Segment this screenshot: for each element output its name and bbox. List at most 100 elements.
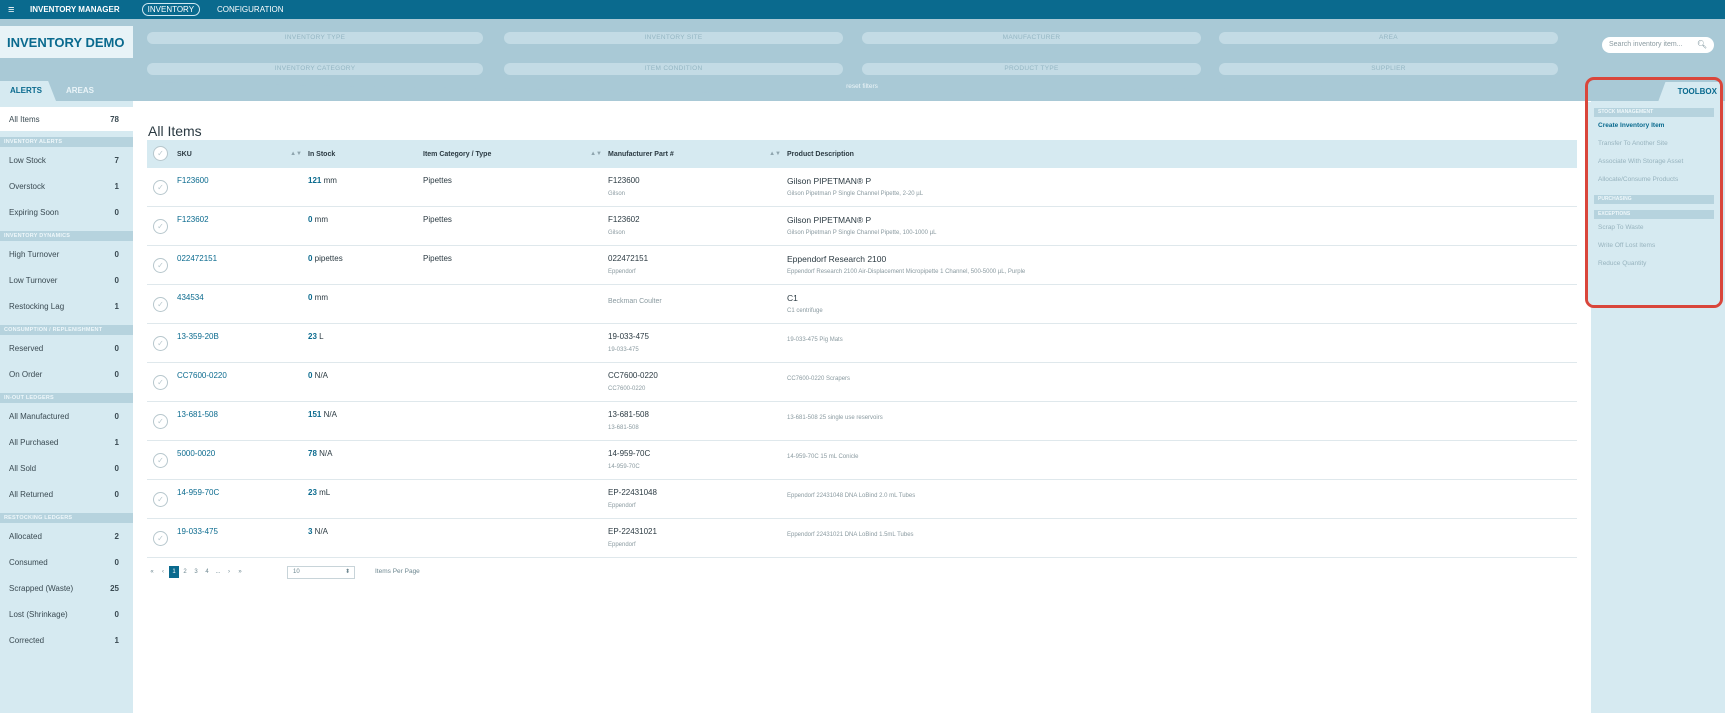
page-button[interactable]: 4 [202,566,212,578]
reset-filters-label[interactable]: reset filters [132,83,1592,90]
column-header-category[interactable]: Item Category / Type ▲▼ [423,140,608,168]
sort-icon[interactable]: ▲▼ [290,151,302,157]
sku-link[interactable]: 19-033-475 [177,527,218,536]
sidebar-item-all-items[interactable]: All Items 78 [0,107,133,131]
row-select-cell[interactable]: ✓ [147,168,177,207]
sort-icon[interactable]: ▲▼ [590,151,602,157]
table-row[interactable]: ✓ 022472151 0 pipettes Pipettes 022472151 Epp… [147,246,1577,285]
filter-supplier[interactable]: SUPPLIER [1219,63,1558,75]
sidebar-item-all-returned[interactable]: All Returned 0 [0,481,133,507]
column-header-product-description[interactable]: Product Description [787,140,1577,168]
row-select-cell[interactable]: ✓ [147,285,177,324]
table-row[interactable]: ✓ F123600 121 mm Pipettes F123600 Gilson Gilso… [147,168,1577,207]
row-checkbox-icon[interactable]: ✓ [153,414,168,429]
page-button[interactable]: › [224,566,234,578]
row-select-cell[interactable]: ✓ [147,441,177,480]
select-all-checkbox-icon[interactable]: ✓ [153,146,168,161]
tab-areas[interactable]: AREAS [56,81,104,101]
table-row[interactable]: ✓ 5000-0020 78 N/A 14-959-70C 14-959-70C 14-9… [147,441,1577,480]
sidebar-item-all-sold[interactable]: All Sold 0 [0,455,133,481]
row-select-cell[interactable]: ✓ [147,363,177,402]
items-per-page-select[interactable]: 10 ⬍ [287,566,355,579]
table-row[interactable]: ✓ CC7600-0220 0 N/A CC7600-0220 CC7600-0220 C… [147,363,1577,402]
sidebar-item-restocking-lag[interactable]: Restocking Lag 1 [0,293,133,319]
row-checkbox-icon[interactable]: ✓ [153,492,168,507]
page-button[interactable]: ... [213,566,223,578]
sidebar-item-all-manufactured[interactable]: All Manufactured 0 [0,403,133,429]
toolbox-item-create-inventory-item[interactable]: Create Inventory Item [1598,117,1720,135]
reset-filters-tab[interactable]: reset filters [132,82,1592,93]
row-select-cell[interactable]: ✓ [147,324,177,363]
filter-manufacturer[interactable]: MANUFACTURER [862,32,1201,44]
app-title[interactable]: INVENTORY MANAGER [30,5,120,14]
toolbox-item-reduce-quantity[interactable]: Reduce Quantity [1598,255,1720,273]
sku-link[interactable]: CC7600-0220 [177,371,227,380]
sort-icon[interactable]: ▲▼ [769,151,781,157]
filter-inventory-site[interactable]: INVENTORY SITE [504,32,843,44]
sku-link[interactable]: 434534 [177,293,204,302]
hamburger-menu-icon[interactable]: ≡ [8,4,22,16]
sidebar-item-expiring-soon[interactable]: Expiring Soon 0 [0,199,133,225]
table-row[interactable]: ✓ 13-681-508 151 N/A 13-681-508 13-681-508 13… [147,402,1577,441]
row-checkbox-icon[interactable]: ✓ [153,219,168,234]
sidebar-item-corrected[interactable]: Corrected 1 [0,627,133,653]
sidebar-item-on-order[interactable]: On Order 0 [0,361,133,387]
toolbox-item-allocate-consume-products[interactable]: Allocate/Consume Products [1598,171,1720,189]
sidebar-item-consumed[interactable]: Consumed 0 [0,549,133,575]
header-select-all[interactable]: ✓ [147,140,177,168]
row-select-cell[interactable]: ✓ [147,207,177,246]
sidebar-item-high-turnover[interactable]: High Turnover 0 [0,241,133,267]
toolbox-tab[interactable]: TOOLBOX [1658,82,1720,102]
sku-link[interactable]: 13-359-20B [177,332,219,341]
page-button[interactable]: « [147,566,157,578]
toolbox-item-scrap-to-waste[interactable]: Scrap To Waste [1598,219,1720,237]
page-button[interactable]: ‹ [158,566,168,578]
sidebar-item-all-purchased[interactable]: All Purchased 1 [0,429,133,455]
row-checkbox-icon[interactable]: ✓ [153,336,168,351]
tab-inventory[interactable]: INVENTORY [141,3,201,16]
page-button[interactable]: 2 [180,566,190,578]
toolbox-item-write-off-lost-items[interactable]: Write Off Lost Items [1598,237,1720,255]
search-icon[interactable]: 🔍︎ [1697,37,1707,53]
row-select-cell[interactable]: ✓ [147,519,177,558]
row-checkbox-icon[interactable]: ✓ [153,297,168,312]
row-checkbox-icon[interactable]: ✓ [153,180,168,195]
column-header-sku[interactable]: SKU ▲▼ [177,140,308,168]
filter-area[interactable]: AREA [1219,32,1558,44]
sidebar-item-lost-shrinkage[interactable]: Lost (Shrinkage) 0 [0,601,133,627]
column-header-in-stock[interactable]: In Stock [308,140,423,168]
filter-inventory-type[interactable]: INVENTORY TYPE [147,32,483,44]
column-header-manufacturer-part[interactable]: Manufacturer Part # ▲▼ [608,140,787,168]
row-checkbox-icon[interactable]: ✓ [153,375,168,390]
sidebar-item-overstock[interactable]: Overstock 1 [0,173,133,199]
sidebar-item-low-stock[interactable]: Low Stock 7 [0,147,133,173]
sidebar-item-low-turnover[interactable]: Low Turnover 0 [0,267,133,293]
sidebar-item-reserved[interactable]: Reserved 0 [0,335,133,361]
sidebar-item-allocated[interactable]: Allocated 2 [0,523,133,549]
sku-link[interactable]: F123600 [177,176,209,185]
table-row[interactable]: ✓ 14-959-70C 23 mL EP-22431048 Eppendorf Eppe… [147,480,1577,519]
filter-inventory-category[interactable]: INVENTORY CATEGORY [147,63,483,75]
search-input[interactable]: Search inventory item... 🔍︎ [1602,37,1714,53]
page-button[interactable]: » [235,566,245,578]
page-button[interactable]: 1 [169,566,179,578]
toolbox-item-transfer-to-another-site[interactable]: Transfer To Another Site [1598,135,1720,153]
filter-product-type[interactable]: PRODUCT TYPE [862,63,1201,75]
row-checkbox-icon[interactable]: ✓ [153,453,168,468]
row-select-cell[interactable]: ✓ [147,246,177,285]
sku-link[interactable]: 13-681-508 [177,410,218,419]
sku-link[interactable]: F123602 [177,215,209,224]
row-checkbox-icon[interactable]: ✓ [153,258,168,273]
table-row[interactable]: ✓ 434534 0 mm Beckman Coulter C1 C1 centrifug… [147,285,1577,324]
tab-configuration[interactable]: CONFIGURATION [212,4,289,15]
sku-link[interactable]: 022472151 [177,254,217,263]
row-select-cell[interactable]: ✓ [147,402,177,441]
sidebar-item-scrapped-waste[interactable]: Scrapped (Waste) 25 [0,575,133,601]
table-row[interactable]: ✓ 19-033-475 3 N/A EP-22431021 Eppendorf Eppe… [147,519,1577,558]
toolbox-item-associate-with-storage-asset[interactable]: Associate With Storage Asset [1598,153,1720,171]
row-checkbox-icon[interactable]: ✓ [153,531,168,546]
page-button[interactable]: 3 [191,566,201,578]
table-row[interactable]: ✓ 13-359-20B 23 L 19-033-475 19-033-475 19-03… [147,324,1577,363]
filter-item-condition[interactable]: ITEM CONDITION [504,63,843,75]
sku-link[interactable]: 14-959-70C [177,488,219,497]
